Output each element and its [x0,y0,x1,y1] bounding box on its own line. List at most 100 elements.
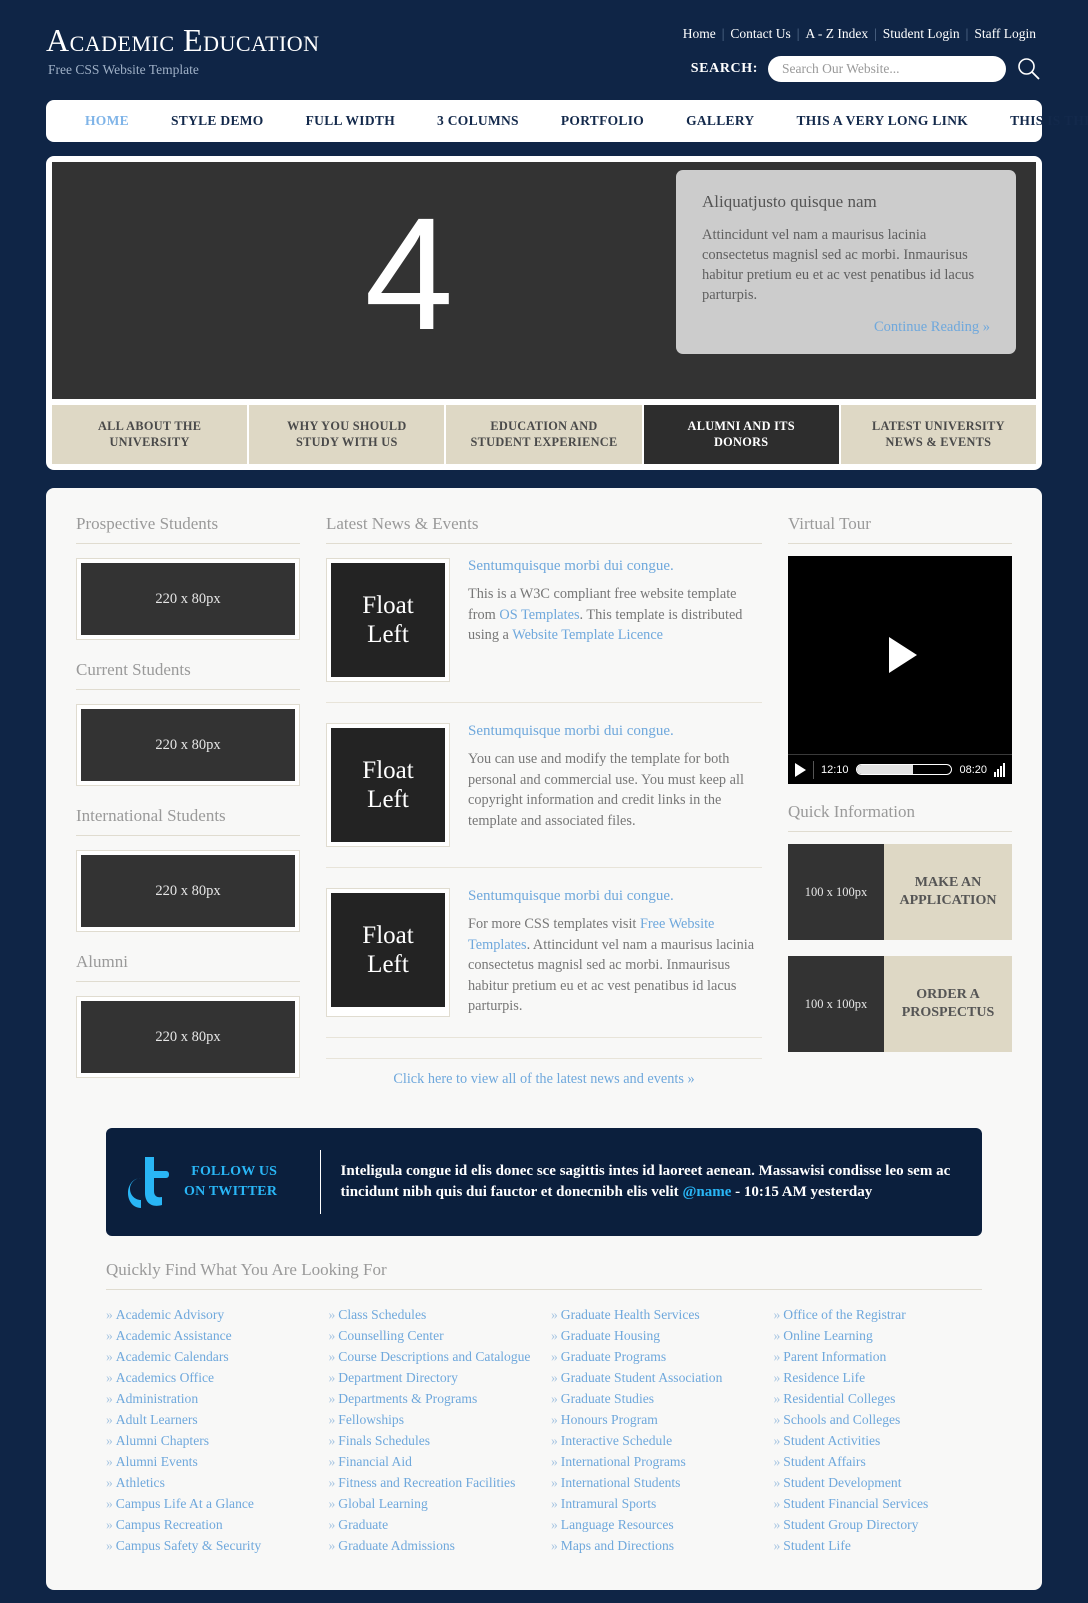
quick-find-link[interactable]: » Graduate Housing [551,1325,760,1346]
nav-item-home[interactable]: HOME [64,113,150,129]
chevron-double-right-icon: » [551,1390,558,1406]
quick-find-link[interactable]: » Graduate Admissions [329,1535,538,1556]
play-button-icon[interactable] [795,762,806,777]
quick-find-link[interactable]: » Graduate [329,1514,538,1535]
toplink-a-z-index[interactable]: A - Z Index [799,26,874,41]
left-block-image-2[interactable]: 220 x 80px [76,704,300,787]
nav-item-gallery[interactable]: GALLERY [665,113,775,129]
video-screen[interactable] [788,556,1012,755]
quick-find-link[interactable]: » Financial Aid [329,1451,538,1472]
quick-find-link[interactable]: » Adult Learners [106,1409,315,1430]
news-thumbnail[interactable]: Float Left [326,723,450,848]
chevron-double-right-icon: » [773,1390,781,1406]
quick-find-link[interactable]: » Department Directory [329,1367,538,1388]
quick-find-link[interactable]: » Academic Calendars [106,1346,315,1367]
quick-find-link[interactable]: » Student Life [774,1535,983,1556]
play-icon[interactable] [889,637,917,674]
news-title-link[interactable]: Sentumquisque morbi dui congue. [468,888,762,905]
news-inline-link[interactable]: Free Website Templates [468,916,714,952]
news-thumbnail[interactable]: Float Left [326,888,450,1017]
quick-find-link[interactable]: » Academic Assistance [106,1325,315,1346]
quick-find-link[interactable]: » Fellowships [329,1409,538,1430]
quick-find-link[interactable]: » Academic Advisory [106,1304,315,1325]
search-icon[interactable] [1016,56,1042,82]
quick-find-link[interactable]: » Campus Recreation [106,1514,315,1535]
quick-find-link[interactable]: » Class Schedules [329,1304,538,1325]
left-block-image-4[interactable]: 220 x 80px [76,996,300,1079]
toplink-contact-us[interactable]: Contact Us [724,26,796,41]
quick-find-link[interactable]: » Academics Office [106,1367,315,1388]
quick-find-link[interactable]: » Course Descriptions and Catalogue [329,1346,538,1367]
news-summary: You can use and modify the template for … [468,751,744,829]
quick-find-link[interactable]: » Parent Information [774,1346,983,1367]
quick-find-link[interactable]: » Campus Life At a Glance [106,1493,315,1514]
page-root: Academic Education Free CSS Website Temp… [0,0,1088,1591]
search-input[interactable] [768,56,1006,82]
news-title-link[interactable]: Sentumquisque morbi dui congue. [468,723,762,740]
quick-find-link[interactable]: » Residential Colleges [774,1388,983,1409]
quick-find-link[interactable]: » Residence Life [774,1367,983,1388]
nav-item-style-demo[interactable]: STYLE DEMO [150,113,285,129]
hero-tab-4[interactable]: ALUMNI AND ITS DONORS [643,405,839,465]
toplink-student-login[interactable]: Student Login [877,26,966,41]
toplink-staff-login[interactable]: Staff Login [968,26,1042,41]
quick-find-link[interactable]: » Student Affairs [774,1451,983,1472]
chevron-double-right-icon: » [773,1348,781,1364]
quick-find-link[interactable]: » Athletics [106,1472,315,1493]
quick-find-link[interactable]: » Student Activities [774,1430,983,1451]
quick-find-link[interactable]: » Honours Program [551,1409,760,1430]
quick-find-link[interactable]: » Graduate Studies [551,1388,760,1409]
quick-find-link[interactable]: » Student Financial Services [774,1493,983,1514]
hero-tab-3[interactable]: EDUCATION AND STUDENT EXPERIENCE [446,405,642,465]
hero-tab-2[interactable]: WHY YOU SHOULD STUDY WITH US [249,405,445,465]
chevron-double-right-icon: » [328,1306,336,1322]
quick-find-link[interactable]: » Language Resources [551,1514,760,1535]
nav-item-this-is-the-last[interactable]: THIS IS THE LAST [989,113,1088,129]
quick-find-link[interactable]: » International Programs [551,1451,760,1472]
twitter-handle-link[interactable]: @name [682,1184,731,1200]
quick-info-item-2[interactable]: 100 x 100px ORDER A PROSPECTUS [788,956,1012,1053]
nav-item-full-width[interactable]: FULL WIDTH [285,113,416,129]
quick-find-link[interactable]: » Graduate Health Services [551,1304,760,1325]
quick-find-link[interactable]: » Maps and Directions [551,1535,760,1556]
news-thumbnail[interactable]: Float Left [326,558,450,683]
toplink-home[interactable]: Home [677,26,722,41]
quick-find-link[interactable]: » Student Group Directory [774,1514,983,1535]
twitter-follow-group[interactable]: FOLLOW US ON TWITTER [128,1155,320,1209]
quick-find-link[interactable]: » Administration [106,1388,315,1409]
nav-item-this-a-very-long-link[interactable]: THIS A VERY LONG LINK [775,113,989,129]
quick-find-link[interactable]: » Fitness and Recreation Facilities [329,1472,538,1493]
quick-find-link[interactable]: » Office of the Registrar [774,1304,983,1325]
left-block-image-3[interactable]: 220 x 80px [76,850,300,933]
quick-find-link[interactable]: » Alumni Events [106,1451,315,1472]
view-all-news-link[interactable]: Click here to view all of the latest new… [326,1057,762,1088]
quick-find-link[interactable]: » Finals Schedules [329,1430,538,1451]
quick-find-link[interactable]: » Interactive Schedule [551,1430,760,1451]
quick-find-link[interactable]: » Online Learning [774,1325,983,1346]
quick-find-link[interactable]: » Graduate Programs [551,1346,760,1367]
news-inline-link[interactable]: OS Templates [499,607,579,623]
quick-find-link[interactable]: » Alumni Chapters [106,1430,315,1451]
quick-find-link[interactable]: » Intramural Sports [551,1493,760,1514]
news-inline-link[interactable]: Website Template Licence [512,627,663,643]
nav-item-3-columns[interactable]: 3 COLUMNS [416,113,540,129]
quick-find-link[interactable]: » International Students [551,1472,760,1493]
volume-icon[interactable] [994,762,1005,777]
quick-find-link[interactable]: » Student Development [774,1472,983,1493]
quick-find-link[interactable]: » Departments & Programs [329,1388,538,1409]
chevron-double-right-icon: » [551,1495,558,1511]
quick-find-link[interactable]: » Schools and Colleges [774,1409,983,1430]
hero-continue-reading-link[interactable]: Continue Reading » [702,319,990,336]
left-block-image-1[interactable]: 220 x 80px [76,558,300,641]
video-player[interactable]: 12:10 08:20 [788,556,1012,785]
quick-find-link[interactable]: » Graduate Student Association [551,1367,760,1388]
quick-info-item-1[interactable]: 100 x 100px MAKE AN APPLICATION [788,844,1012,941]
hero-tab-1[interactable]: ALL ABOUT THE UNIVERSITY [52,405,248,465]
nav-item-portfolio[interactable]: PORTFOLIO [540,113,665,129]
video-progress-bar[interactable] [855,764,953,776]
news-title-link[interactable]: Sentumquisque morbi dui congue. [468,558,762,575]
hero-tab-5[interactable]: LATEST UNIVERSITY NEWS & EVENTS [840,405,1037,465]
quick-find-link[interactable]: » Campus Safety & Security [106,1535,315,1556]
quick-find-link[interactable]: » Global Learning [329,1493,538,1514]
quick-find-link[interactable]: » Counselling Center [329,1325,538,1346]
